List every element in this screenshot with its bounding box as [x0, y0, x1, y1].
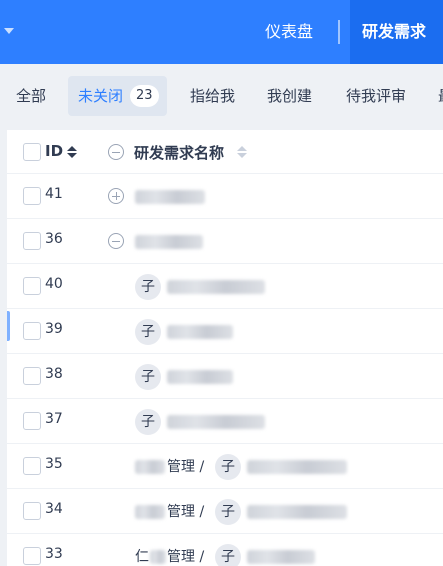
table-row[interactable]: 34 管理 / 子: [7, 489, 443, 534]
redacted-path: [135, 460, 165, 474]
table-row[interactable]: 41: [7, 174, 443, 219]
redacted-title: [247, 550, 315, 564]
redacted-title: [247, 505, 347, 519]
row-id: 36: [45, 231, 63, 247]
filter-tabs: 全部 未关闭 23 指给我 我创建 待我评审 最: [0, 64, 443, 128]
parent-path-prefix: 仁: [135, 549, 149, 565]
row-id: 39: [45, 321, 63, 337]
child-badge: 子: [135, 319, 161, 345]
child-badge: 子: [215, 499, 241, 525]
table-row[interactable]: 33 仁 管理 / 子: [7, 534, 443, 566]
redacted-title: [135, 235, 203, 249]
row-id: 37: [45, 411, 63, 427]
tab-more[interactable]: 最: [438, 76, 443, 116]
column-header-id[interactable]: ID: [45, 142, 63, 160]
table-row[interactable]: 40 子: [7, 264, 443, 309]
table-row[interactable]: 39 子: [7, 309, 443, 354]
table-row[interactable]: 35 管理 / 子: [7, 444, 443, 489]
redacted-title: [247, 460, 347, 474]
row-checkbox[interactable]: [23, 502, 41, 520]
table-row[interactable]: 37 子: [7, 399, 443, 444]
tab-unclosed[interactable]: 未关闭 23: [68, 76, 167, 116]
parent-path: 管理 /: [167, 459, 205, 475]
sort-desc-icon[interactable]: [67, 153, 77, 158]
child-badge: 子: [215, 544, 241, 566]
redacted-title: [167, 325, 233, 339]
parent-path: 管理 /: [167, 549, 205, 565]
table-row[interactable]: 38 子: [7, 354, 443, 399]
nav-dashboard[interactable]: 仪表盘: [265, 0, 313, 64]
requirements-table: ID 研发需求名称 41 36 40 子 39 子 38 子 37 子 35 管…: [7, 130, 443, 566]
row-id: 33: [45, 546, 63, 562]
row-id: 35: [45, 456, 63, 472]
redacted-title: [167, 415, 265, 429]
nav-requirements[interactable]: 研发需求: [350, 0, 443, 64]
redacted-path: [150, 550, 166, 564]
row-checkbox[interactable]: [23, 412, 41, 430]
collapse-all-icon[interactable]: [108, 144, 124, 160]
tab-assigned-to-me[interactable]: 指给我: [190, 76, 235, 116]
redacted-title: [167, 280, 265, 294]
child-badge: 子: [135, 274, 161, 300]
redacted-path: [135, 505, 165, 519]
dropdown-caret-icon[interactable]: [4, 28, 14, 34]
row-id: 41: [45, 186, 63, 202]
tab-created-by-me[interactable]: 我创建: [267, 76, 312, 116]
row-id: 38: [45, 366, 63, 382]
column-header-name[interactable]: 研发需求名称: [134, 142, 224, 163]
row-checkbox[interactable]: [23, 457, 41, 475]
row-checkbox[interactable]: [23, 322, 41, 340]
row-id: 34: [45, 501, 63, 517]
child-badge: 子: [215, 454, 241, 480]
tab-all[interactable]: 全部: [16, 76, 46, 116]
row-checkbox[interactable]: [23, 232, 41, 250]
row-checkbox[interactable]: [23, 547, 41, 565]
row-checkbox[interactable]: [23, 277, 41, 295]
sort-asc-icon[interactable]: [237, 146, 247, 151]
parent-path: 管理 /: [167, 504, 205, 520]
top-nav-bar: 仪表盘 研发需求: [0, 0, 443, 64]
row-checkbox[interactable]: [23, 187, 41, 205]
table-header: ID 研发需求名称: [7, 130, 443, 174]
expand-icon[interactable]: [108, 188, 124, 204]
redacted-title: [135, 190, 205, 204]
nav-divider: [338, 20, 340, 44]
table-row[interactable]: 36: [7, 219, 443, 264]
sort-asc-icon[interactable]: [67, 146, 77, 151]
sort-desc-icon[interactable]: [237, 153, 247, 158]
row-id: 40: [45, 276, 63, 292]
child-badge: 子: [135, 364, 161, 390]
tab-unclosed-count-badge: 23: [130, 85, 159, 107]
tab-unclosed-label: 未关闭: [78, 87, 124, 105]
tab-pending-review[interactable]: 待我评审: [346, 76, 406, 116]
child-badge: 子: [135, 409, 161, 435]
collapse-icon[interactable]: [108, 233, 124, 249]
select-all-checkbox[interactable]: [23, 143, 41, 161]
redacted-title: [167, 370, 233, 384]
row-checkbox[interactable]: [23, 367, 41, 385]
